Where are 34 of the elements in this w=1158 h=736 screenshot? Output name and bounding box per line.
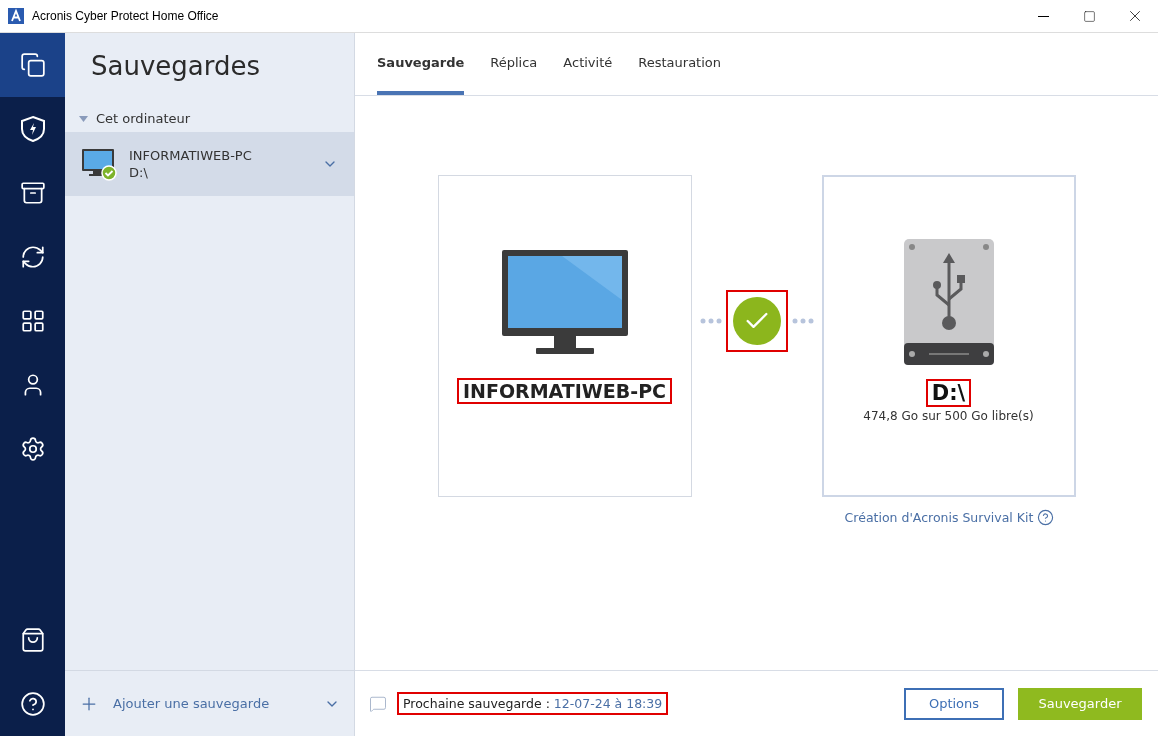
backup-item[interactable]: INFORMATIWEB-PC D:\: [65, 132, 354, 196]
maximize-icon: [1082, 9, 1096, 23]
tab[interactable]: Restauration: [638, 33, 721, 95]
sync-icon: [19, 244, 46, 270]
bag-icon: [19, 627, 46, 653]
copy-icon: [19, 52, 46, 78]
help-icon[interactable]: [1037, 509, 1055, 526]
next-backup-label: Prochaine sauvegarde :: [403, 696, 550, 711]
window-title: Acronis Cyber Protect Home Office: [32, 9, 220, 23]
backup-destination: D:\: [129, 165, 149, 180]
grid-icon: [19, 308, 46, 334]
tab[interactable]: Sauvegarde: [377, 33, 465, 95]
next-backup-time: 12-07-24 à 18:39: [553, 696, 663, 711]
tab[interactable]: Activité: [563, 33, 613, 95]
options-button[interactable]: Options: [904, 687, 1004, 720]
shield-icon: [19, 115, 46, 143]
minimize-icon: [1037, 15, 1049, 17]
group-header[interactable]: Cet ordinateur: [65, 95, 191, 132]
backup-name: INFORMATIWEB-PC: [129, 148, 253, 163]
archive-icon: [19, 180, 46, 206]
free-space-text: 474,8 Go sur 500 Go libre(s): [863, 409, 1034, 423]
destination-name: D:\: [925, 379, 972, 407]
app-logo-icon: [8, 8, 24, 24]
dotted-connector: [699, 318, 722, 324]
backups-nav-button[interactable]: [0, 33, 65, 97]
sidebar-title: Sauvegardes: [90, 50, 261, 83]
source-name: INFORMATIWEB-PC: [456, 378, 673, 404]
add-backup-button[interactable]: Ajouter une sauvegarde: [79, 693, 324, 714]
caret-icon: [79, 115, 88, 122]
tab[interactable]: Réplica: [490, 33, 538, 95]
survival-kit-link[interactable]: Création d'Acronis Survival Kit: [844, 509, 1055, 526]
settings-icon: [19, 436, 46, 462]
dotted-connector: [791, 318, 814, 324]
help-icon: [19, 691, 46, 717]
